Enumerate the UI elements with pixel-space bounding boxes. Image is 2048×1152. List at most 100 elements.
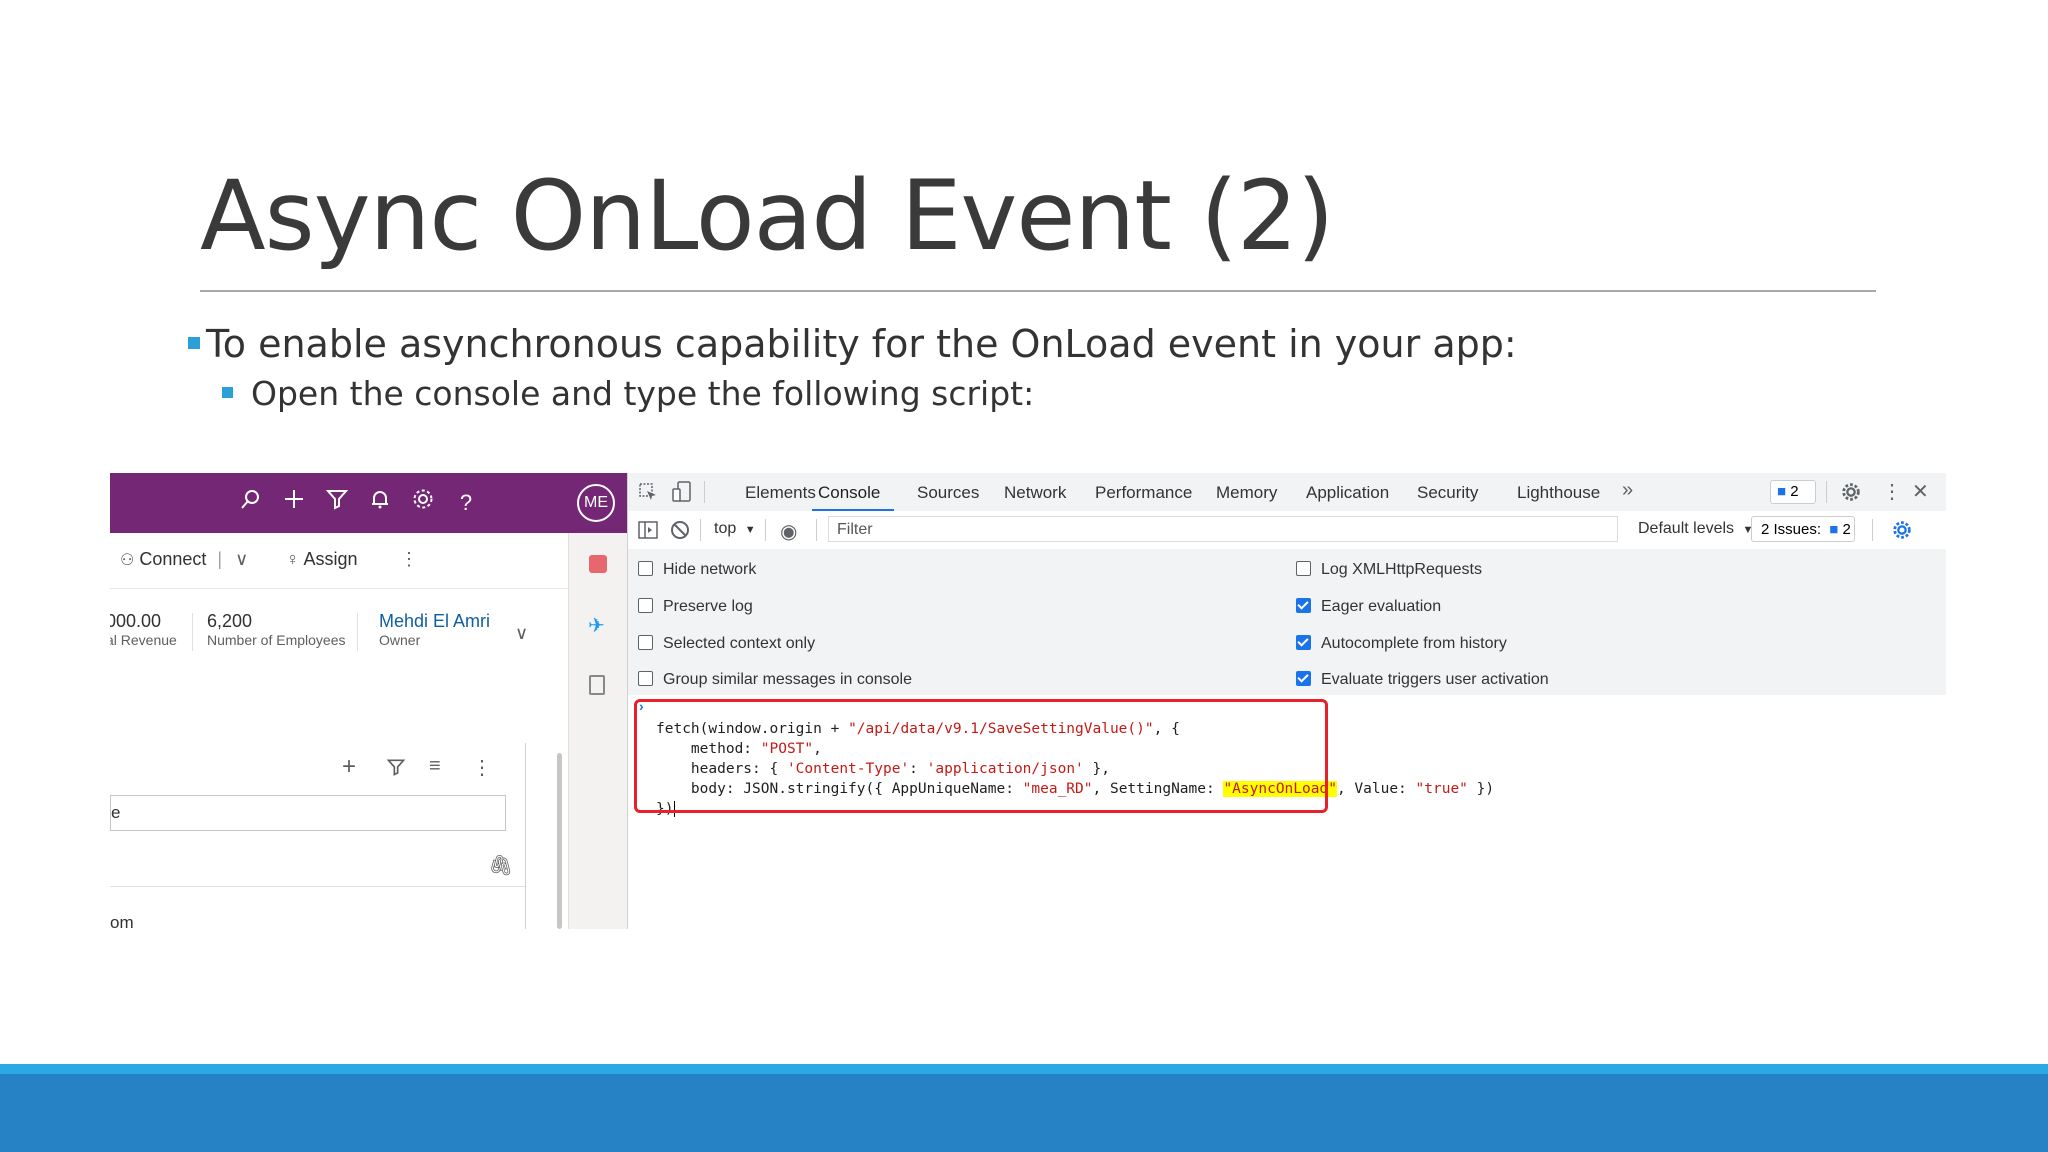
inspect-element-icon[interactable] xyxy=(638,482,658,507)
tab-security[interactable]: Security xyxy=(1417,483,1478,503)
youtube-icon[interactable] xyxy=(589,555,607,573)
assign-label: Assign xyxy=(303,549,358,569)
avatar[interactable]: ME xyxy=(577,484,615,522)
calculator-icon[interactable] xyxy=(589,675,605,695)
filter-icon[interactable] xyxy=(386,757,406,782)
slide-title: Async OnLoad Event (2) xyxy=(200,160,1334,272)
issues-count: 2 xyxy=(1842,521,1851,538)
setting-preserve-log[interactable]: Preserve log xyxy=(638,598,753,616)
checkbox[interactable] xyxy=(638,598,653,613)
scrollbar[interactable] xyxy=(557,753,562,929)
tab-console[interactable]: Console xyxy=(812,483,895,512)
setting-label: Eager evaluation xyxy=(1321,598,1442,615)
issues-button[interactable]: 2 Issues: ■ 2 xyxy=(1751,516,1855,542)
gear-icon[interactable] xyxy=(407,487,439,519)
filter-placeholder: Filter xyxy=(837,521,873,538)
tab-memory[interactable]: Memory xyxy=(1216,483,1277,503)
filter-icon[interactable] xyxy=(321,487,353,519)
sidebar-toggle-icon[interactable] xyxy=(638,520,658,545)
checkbox-checked[interactable] xyxy=(1296,671,1311,686)
tab-performance[interactable]: Performance xyxy=(1095,483,1192,503)
crm-header-bar: ? ME xyxy=(110,473,627,533)
checkbox-checked[interactable] xyxy=(1296,598,1311,613)
bullet-square-icon xyxy=(222,387,233,398)
assign-button[interactable]: ♀ Assign xyxy=(286,549,358,570)
chevron-down-icon[interactable]: ∨ xyxy=(515,623,528,644)
context-selector[interactable]: top ▼ xyxy=(714,520,756,538)
person-icon: ♀ xyxy=(286,549,300,569)
tab-sources[interactable]: Sources xyxy=(917,483,979,503)
more-tabs-icon[interactable]: » xyxy=(1622,479,1633,502)
crm-command-bar: ⚇ Connect | ∨ ♀ Assign ⋮ xyxy=(110,533,627,589)
eye-icon[interactable]: ◉ xyxy=(780,519,797,544)
console-toolbar: top ▼ ◉ Filter Default levels ▼ 2 Issues… xyxy=(628,511,1946,550)
sort-icon[interactable]: ≡ xyxy=(429,755,441,778)
field-label: Owner xyxy=(379,632,421,648)
tab-elements[interactable]: Elements xyxy=(745,483,816,503)
help-icon[interactable]: ? xyxy=(450,487,482,519)
field-value: 000.00 xyxy=(110,611,162,631)
setting-label: Log XMLHttpRequests xyxy=(1321,561,1482,578)
checkbox[interactable] xyxy=(638,561,653,576)
search-text: e xyxy=(111,803,121,822)
setting-group-similar[interactable]: Group similar messages in console xyxy=(638,671,912,689)
separator xyxy=(700,519,701,541)
separator xyxy=(765,519,766,541)
title-divider xyxy=(200,290,1876,292)
console-settings-pane: Hide network Preserve log Selected conte… xyxy=(628,549,1946,696)
search-icon[interactable] xyxy=(235,487,267,519)
log-levels-dropdown[interactable]: Default levels ▼ xyxy=(1638,520,1753,538)
paperclip-icon[interactable]: 🖇 xyxy=(488,853,513,878)
kebab-menu-icon[interactable]: ⋮ xyxy=(1882,479,1902,504)
setting-log-xhr[interactable]: Log XMLHttpRequests xyxy=(1296,561,1482,579)
tab-network[interactable]: Network xyxy=(1004,483,1066,503)
field-owner: Mehdi El Amri Owner xyxy=(379,611,490,648)
clear-console-icon[interactable] xyxy=(670,520,690,545)
console-settings-icon[interactable] xyxy=(1891,519,1913,546)
close-icon[interactable]: ✕ xyxy=(1912,479,1929,504)
message-icon: ■ xyxy=(1829,521,1839,538)
devtools-panel: Elements Console Sources Network Perform… xyxy=(627,473,1946,929)
gear-icon[interactable] xyxy=(1840,481,1862,508)
divider xyxy=(110,886,525,887)
field-label: Number of Employees xyxy=(207,632,346,648)
setting-hide-network[interactable]: Hide network xyxy=(638,561,756,579)
setting-label: Evaluate triggers user activation xyxy=(1321,671,1549,688)
setting-selected-context[interactable]: Selected context only xyxy=(638,635,815,653)
footer-accent-line xyxy=(0,1064,2048,1074)
filter-input[interactable]: Filter xyxy=(828,516,1618,542)
checkbox-checked[interactable] xyxy=(1296,635,1311,650)
crm-app-panel: ? ME ⚇ Connect | ∨ ♀ Assign ⋮ 000.00 al … xyxy=(110,473,627,929)
setting-eager-evaluation[interactable]: Eager evaluation xyxy=(1296,598,1441,616)
more-options-icon[interactable]: ⋮ xyxy=(472,755,492,780)
messages-badge[interactable]: ■ 2 xyxy=(1770,480,1816,504)
add-icon[interactable] xyxy=(278,487,310,519)
message-icon: ■ xyxy=(1777,483,1787,500)
setting-evaluate-triggers[interactable]: Evaluate triggers user activation xyxy=(1296,671,1549,689)
checkbox[interactable] xyxy=(638,635,653,650)
context-value: top xyxy=(714,520,737,537)
more-options-icon[interactable]: ⋮ xyxy=(400,549,418,570)
bell-icon[interactable] xyxy=(364,487,396,519)
device-toolbar-icon[interactable] xyxy=(672,481,692,508)
console-output[interactable]: › fetch(window.origin + "/api/data/v9.1/… xyxy=(628,695,1946,929)
twitter-icon[interactable]: ✈ xyxy=(588,613,605,638)
connect-button[interactable]: ⚇ Connect | ∨ xyxy=(120,549,248,570)
owner-link[interactable]: Mehdi El Amri xyxy=(379,611,490,632)
separator xyxy=(704,481,705,503)
setting-label: Group similar messages in console xyxy=(663,671,912,688)
subgrid-search-input[interactable]: e xyxy=(110,795,506,831)
field-value: 6,200 xyxy=(207,611,253,631)
chevron-down-icon[interactable]: ∨ xyxy=(235,549,248,569)
tab-application[interactable]: Application xyxy=(1306,483,1389,503)
checkbox[interactable] xyxy=(1296,561,1311,576)
setting-label: Autocomplete from history xyxy=(1321,635,1507,652)
connect-label: Connect xyxy=(139,549,207,569)
bullet-2-text: Open the console and type the following … xyxy=(251,374,1035,413)
field-divider xyxy=(357,613,358,651)
tab-lighthouse[interactable]: Lighthouse xyxy=(1517,483,1600,503)
add-icon[interactable]: + xyxy=(342,753,356,781)
bullet-square-icon xyxy=(188,337,200,349)
checkbox[interactable] xyxy=(638,671,653,686)
setting-autocomplete[interactable]: Autocomplete from history xyxy=(1296,635,1507,653)
